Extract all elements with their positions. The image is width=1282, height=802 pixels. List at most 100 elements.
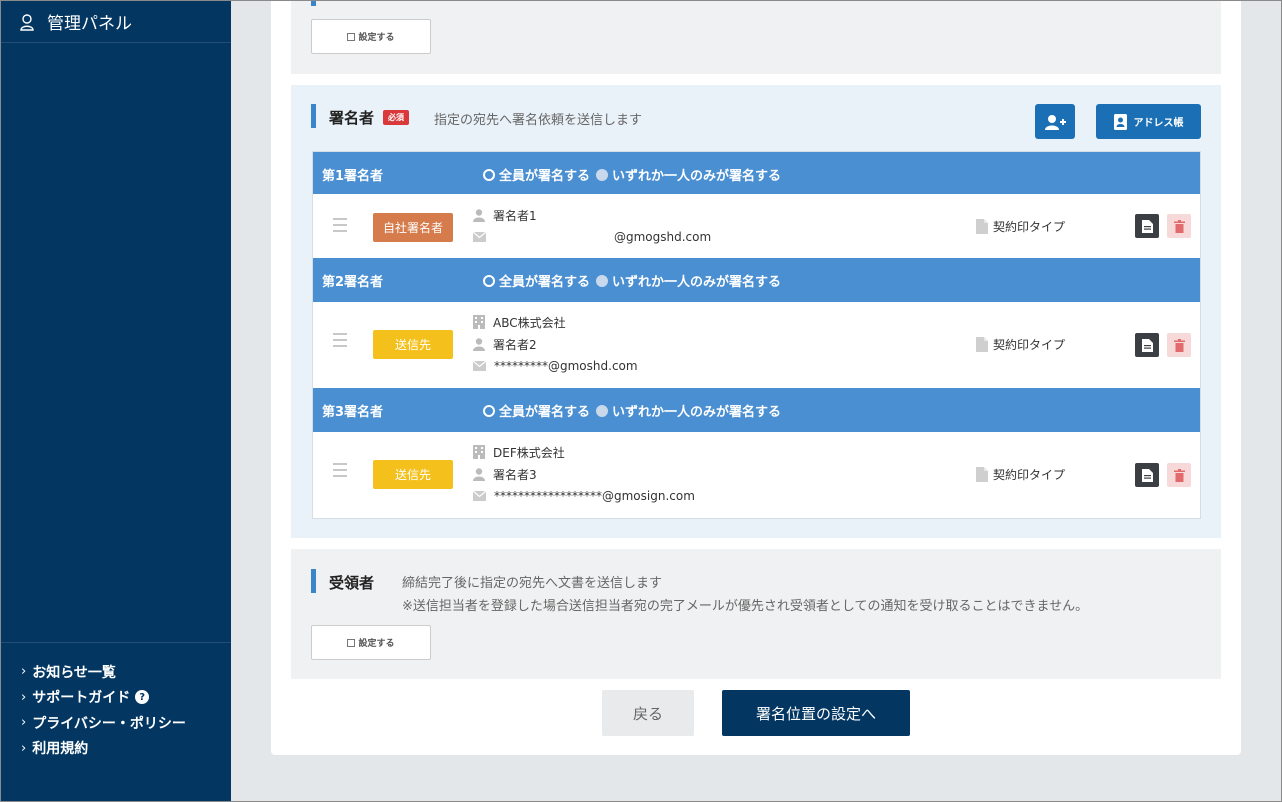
mail-icon xyxy=(473,232,486,242)
signer-group-title: 第2署名者 xyxy=(322,275,384,290)
signer-group-header-1: 第1署名者 全員が署名する いずれか一人のみが署名する xyxy=(313,152,1200,194)
radio-icon xyxy=(596,168,609,181)
recipients-note: ※送信担当者を登録した場合送信担当者宛の完了メールが優先され受領者としての通知を… xyxy=(402,599,1089,614)
option-any-sign[interactable]: いずれか一人のみが署名する xyxy=(596,401,781,420)
signer-group-title: 第1署名者 xyxy=(322,169,384,184)
section-accent-bar xyxy=(311,569,316,593)
chevron-right-icon: › xyxy=(21,740,27,756)
signer-row-1: 自社署名者 署名者1 @gmogshd.com 契約印タイプ xyxy=(313,194,1200,258)
signer-name: 署名者1 xyxy=(493,208,537,223)
signer-type-tag: 送信先 xyxy=(373,330,453,359)
option-label: 全員が署名する xyxy=(499,169,591,184)
section-accent-bar xyxy=(311,0,316,6)
document-button[interactable] xyxy=(1135,463,1159,487)
delete-button[interactable] xyxy=(1167,333,1191,357)
drag-handle-icon[interactable] xyxy=(333,333,347,351)
option-any-sign[interactable]: いずれか一人のみが署名する xyxy=(596,165,781,184)
sidebar-links: › お知らせ一覧 › サポートガイド? › プライバシー・ポリシー › 利用規約 xyxy=(1,642,231,761)
add-signer-button[interactable] xyxy=(1035,104,1075,139)
mail-icon xyxy=(473,491,486,501)
document-button[interactable] xyxy=(1135,333,1159,357)
recipients-section xyxy=(291,549,1221,679)
signer-group-header-2: 第2署名者 全員が署名する いずれか一人のみが署名する xyxy=(313,258,1200,302)
building-icon xyxy=(473,315,485,329)
address-book-button[interactable]: アドレス帳 xyxy=(1096,104,1201,139)
signer-company: DEF株式会社 xyxy=(493,445,565,460)
signer-type-tag: 自社署名者 xyxy=(373,213,453,242)
drag-handle-icon[interactable] xyxy=(333,463,347,481)
recipients-set-button[interactable]: 設定する xyxy=(311,625,431,660)
building-icon xyxy=(473,445,485,459)
trash-icon xyxy=(1173,468,1185,482)
signer-type-tag: 送信先 xyxy=(373,460,453,489)
signer-email: *********@gmoshd.com xyxy=(494,359,638,373)
next-signature-position-button[interactable]: 署名位置の設定へ xyxy=(722,690,910,736)
signing-mode-options: 全員が署名する いずれか一人のみが署名する xyxy=(483,271,787,290)
document-icon xyxy=(976,467,988,482)
signer-info: 署名者1 @gmogshd.com xyxy=(473,204,711,248)
delete-button[interactable] xyxy=(1167,463,1191,487)
drag-handle-icon[interactable] xyxy=(333,218,347,236)
set-button-label: 設定する xyxy=(358,639,395,649)
signer-name: 署名者2 xyxy=(493,337,537,352)
signing-mode-options: 全員が署名する いずれか一人のみが署名する xyxy=(483,401,787,420)
delete-button[interactable] xyxy=(1167,214,1191,238)
option-any-sign[interactable]: いずれか一人のみが署名する xyxy=(596,271,781,290)
sidebar-link-terms[interactable]: › 利用規約 xyxy=(21,736,231,762)
signing-mode-options: 全員が署名する いずれか一人のみが署名する xyxy=(483,165,787,184)
checkbox-icon xyxy=(347,32,356,41)
document-icon xyxy=(976,337,988,352)
seal-type-label: 契約印タイプ xyxy=(993,468,1066,482)
section-accent-bar xyxy=(311,104,316,128)
sidebar: 管理パネル › お知らせ一覧 › サポートガイド? › プライバシー・ポリシー › 利用… xyxy=(1,1,231,801)
seal-type[interactable]: 契約印タイプ xyxy=(976,466,1065,483)
back-button[interactable]: 戻る xyxy=(602,690,694,736)
sidebar-link-label: サポートガイド xyxy=(32,690,131,707)
person-icon xyxy=(473,337,485,351)
file-icon xyxy=(1141,468,1153,482)
signer-info: DEF株式会社 署名者3 ******************@gmosign.… xyxy=(473,441,695,507)
person-icon xyxy=(473,208,485,222)
sidebar-link-news[interactable]: › お知らせ一覧 xyxy=(21,659,231,685)
sidebar-header[interactable]: 管理パネル xyxy=(1,1,231,43)
sidebar-link-privacy[interactable]: › プライバシー・ポリシー xyxy=(21,710,231,736)
signer-info: ABC株式会社 署名者2 *********@gmoshd.com xyxy=(473,311,638,377)
option-all-sign[interactable]: 全員が署名する xyxy=(483,165,590,184)
signer-company: ABC株式会社 xyxy=(493,315,566,330)
admin-panel-title: 管理パネル xyxy=(47,14,132,34)
option-all-sign[interactable]: 全員が署名する xyxy=(483,271,590,290)
seal-type-label: 契約印タイプ xyxy=(993,338,1066,352)
option-label: 全員が署名する xyxy=(499,275,591,290)
trash-icon xyxy=(1173,219,1185,233)
recipients-title: 受領者 xyxy=(329,574,375,592)
chevron-right-icon: › xyxy=(21,664,27,680)
signer-row-3: 送信先 DEF株式会社 署名者3 ******************@gmos… xyxy=(313,432,1200,518)
set-button-label: 設定する xyxy=(358,33,395,43)
file-icon xyxy=(1141,219,1153,233)
option-label: 全員が署名する xyxy=(499,405,591,420)
address-book-label: アドレス帳 xyxy=(1133,118,1184,129)
radio-icon xyxy=(596,404,609,417)
signer-name: 署名者3 xyxy=(493,467,537,482)
person-icon xyxy=(473,467,485,481)
seal-type[interactable]: 契約印タイプ xyxy=(976,336,1065,353)
seal-type[interactable]: 契約印タイプ xyxy=(976,218,1065,235)
radio-icon xyxy=(596,274,609,287)
document-icon xyxy=(976,219,988,234)
option-label: いずれか一人のみが署名する xyxy=(612,169,782,184)
sidebar-link-support[interactable]: › サポートガイド? xyxy=(21,685,231,711)
file-icon xyxy=(1141,338,1153,352)
sidebar-link-label: お知らせ一覧 xyxy=(32,664,116,681)
top-set-button[interactable]: 設定する xyxy=(311,19,431,54)
radio-icon xyxy=(483,404,495,417)
document-button[interactable] xyxy=(1135,214,1159,238)
recipients-description: 締結完了後に指定の宛先へ文書を送信します xyxy=(402,576,663,591)
signer-group-title: 第3署名者 xyxy=(322,405,384,420)
sidebar-link-label: プライバシー・ポリシー xyxy=(32,715,186,732)
option-label: いずれか一人のみが署名する xyxy=(612,275,782,290)
signer-email: ******************@gmosign.com xyxy=(494,489,695,503)
signers-description: 指定の宛先へ署名依頼を送信します xyxy=(434,113,643,128)
signers-title: 署名者 xyxy=(329,109,375,127)
option-all-sign[interactable]: 全員が署名する xyxy=(483,401,590,420)
radio-icon xyxy=(483,168,495,181)
